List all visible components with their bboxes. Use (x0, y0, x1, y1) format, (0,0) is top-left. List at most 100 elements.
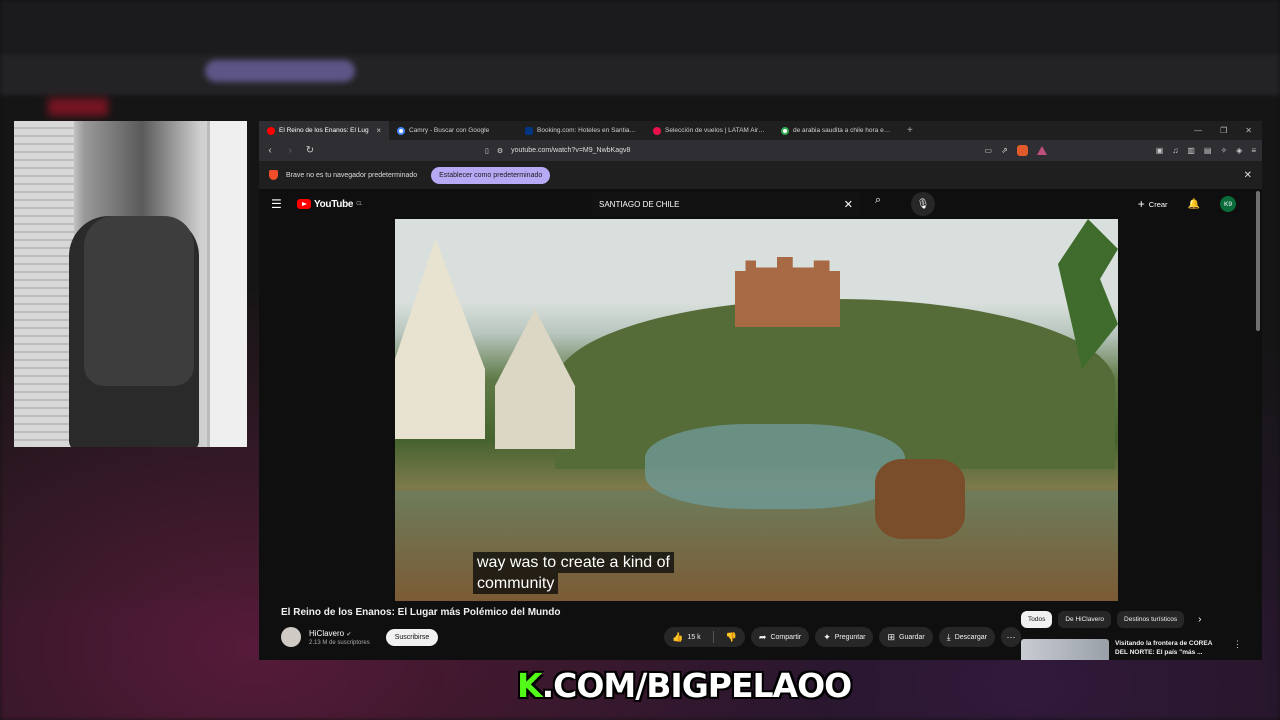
garden-area (645, 424, 905, 509)
video-captions: way was to create a kind of community (473, 552, 674, 594)
subscriber-count: 2.13 M de suscriptores (309, 639, 370, 646)
share-button[interactable]: ➦ Compartir (750, 627, 810, 647)
close-window-icon[interactable]: ✕ (1245, 126, 1252, 135)
account-avatar[interactable]: K9 (1220, 196, 1236, 212)
share-arrow-icon: ➦ (758, 631, 767, 642)
notifications-bell-icon[interactable]: 🔔 (1188, 199, 1200, 210)
white-tower (495, 309, 575, 449)
thumbs-down-icon: 👎 (725, 631, 737, 642)
minimize-icon[interactable]: — (1194, 126, 1202, 135)
google-icon (397, 126, 405, 135)
url-field[interactable]: youtube.com/watch?v=M9_NwbKagv8 (511, 147, 630, 154)
youtube-logo-text: YouTube (314, 198, 354, 210)
wallet-icon[interactable]: ▤ (1204, 146, 1212, 155)
share-label: Compartir (770, 633, 802, 641)
chip-channel[interactable]: De HiClavero (1058, 611, 1112, 628)
create-button[interactable]: + Crear (1138, 197, 1168, 211)
thumbs-up-icon: 👍 (672, 631, 684, 642)
dislike-button[interactable]: 👎 (718, 627, 745, 647)
caption-line: community (473, 573, 559, 594)
caption-line: way was to create a kind of (473, 552, 674, 573)
cast-icon[interactable]: ▭ (985, 146, 993, 155)
divider (712, 631, 714, 643)
close-tab-icon[interactable]: × (376, 126, 381, 135)
site-info-icon[interactable]: ⚙ (497, 147, 503, 155)
verified-icon: ✔ (346, 631, 352, 638)
sparkle-icon: ✦ (823, 631, 831, 642)
bookmark-icon[interactable]: ▯ (485, 147, 489, 155)
tab-booking[interactable]: Booking.com: Hoteles en Santiago. (517, 121, 645, 140)
share-icon[interactable]: ⇗ (1001, 146, 1008, 155)
brave-shields-icon[interactable] (1016, 145, 1028, 156)
like-count: 15 k (687, 633, 701, 641)
tab-google-camry[interactable]: Camry - Buscar con Google (389, 121, 517, 140)
video-details: El Reino de los Enanos: El Lugar más Pol… (281, 607, 1021, 647)
reader-icon[interactable]: ▥ (1187, 146, 1195, 155)
new-tab-button[interactable]: + (901, 125, 919, 136)
hamburger-menu-icon[interactable]: ☰ (271, 197, 285, 211)
extensions-icon[interactable]: ♫ (1172, 146, 1178, 155)
kick-logo-letter: K (517, 666, 543, 705)
clear-search-icon[interactable]: ✕ (844, 198, 853, 211)
window-blinds (14, 121, 74, 447)
recommended-title[interactable]: Visitando la frontera de COREA DEL NORTE… (1115, 639, 1223, 660)
tab-label: Booking.com: Hoteles en Santiago. (537, 127, 637, 134)
download-label: Descargar (954, 633, 987, 641)
youtube-header: ☰ YouTube CL SANTIAGO DE CHILE ✕ ⌕ 🎙 + C… (259, 189, 1262, 219)
reload-icon[interactable]: ↻ (305, 145, 315, 156)
like-button[interactable]: 👍 15 k (664, 627, 708, 647)
forward-icon[interactable]: › (285, 145, 295, 156)
chevron-right-icon[interactable]: › (1198, 614, 1201, 625)
browser-window: El Reino de los Enanos: El Lug × Camry -… (259, 121, 1262, 660)
microphone-icon[interactable]: 🎙 (911, 192, 935, 216)
tab-label: de arabia saudita a chile hora en avi (793, 127, 893, 134)
save-button[interactable]: ⊞ Guardar (879, 627, 933, 647)
set-default-button[interactable]: Establecer como predeterminado (431, 166, 551, 184)
search-value: SANTIAGO DE CHILE (599, 199, 680, 209)
video-thumbnail[interactable] (1021, 639, 1109, 660)
brave-rewards-icon[interactable] (1036, 146, 1047, 155)
chip-travel[interactable]: Destinos turísticos (1117, 611, 1185, 628)
download-button[interactable]: ⤓ Descargar (938, 627, 995, 647)
menu-icon[interactable]: ≡ (1251, 146, 1256, 155)
vpn-icon[interactable]: ◈ (1236, 146, 1242, 155)
download-icon: ⤓ (946, 631, 951, 642)
castle (735, 257, 840, 327)
recommended-video[interactable]: Visitando la frontera de COREA DEL NORTE… (1021, 639, 1242, 660)
stream-overlay-link: K.COM/BIGPELAOO (517, 666, 853, 705)
window-controls: — ❐ ✕ (1194, 126, 1262, 135)
tab-latam[interactable]: Selección de vuelos | LATAM Airlines (645, 121, 773, 140)
google-icon (781, 126, 789, 135)
video-player[interactable]: way was to create a kind of community (395, 219, 1118, 601)
latam-icon (653, 126, 661, 135)
chip-all[interactable]: Todos (1021, 611, 1053, 628)
ask-button[interactable]: ✦ Preguntar (815, 627, 874, 647)
ask-label: Preguntar (834, 633, 866, 641)
tab-google-arabia[interactable]: de arabia saudita a chile hora en avi (773, 121, 901, 140)
booking-icon (525, 126, 533, 135)
leo-icon[interactable]: ✧ (1220, 146, 1227, 155)
tab-label: El Reino de los Enanos: El Lug (279, 127, 369, 134)
page-scrollbar[interactable] (1256, 191, 1260, 331)
back-icon[interactable]: ‹ (265, 145, 275, 156)
overlay-url: .COM/BIGPELAOO (541, 666, 853, 705)
door (207, 121, 247, 447)
maximize-icon[interactable]: ❐ (1220, 126, 1227, 135)
more-options-icon[interactable]: ⋮ (1233, 639, 1242, 660)
youtube-play-icon (297, 199, 311, 209)
channel-avatar[interactable] (281, 627, 301, 647)
sidebar-icon[interactable]: ▣ (1156, 146, 1164, 155)
save-icon: ⊞ (887, 631, 896, 642)
tab-youtube[interactable]: El Reino de los Enanos: El Lug × (259, 121, 389, 140)
infobar-message: Brave no es tu navegador predeterminado (286, 171, 418, 179)
subscribe-button[interactable]: Suscribirse (385, 628, 439, 646)
create-label: Crear (1148, 199, 1168, 209)
youtube-logo[interactable]: YouTube CL (297, 199, 362, 210)
tab-bar: El Reino de los Enanos: El Lug × Camry -… (259, 121, 1262, 140)
search-icon[interactable]: ⌕ (875, 194, 881, 207)
close-infobar-icon[interactable]: ✕ (1244, 170, 1252, 181)
search-input[interactable]: SANTIAGO DE CHILE ✕ (592, 192, 860, 216)
more-actions-button[interactable]: ⋯ (1001, 627, 1021, 647)
channel-name[interactable]: HiClavero (309, 629, 344, 638)
webcam-feed (14, 121, 247, 447)
